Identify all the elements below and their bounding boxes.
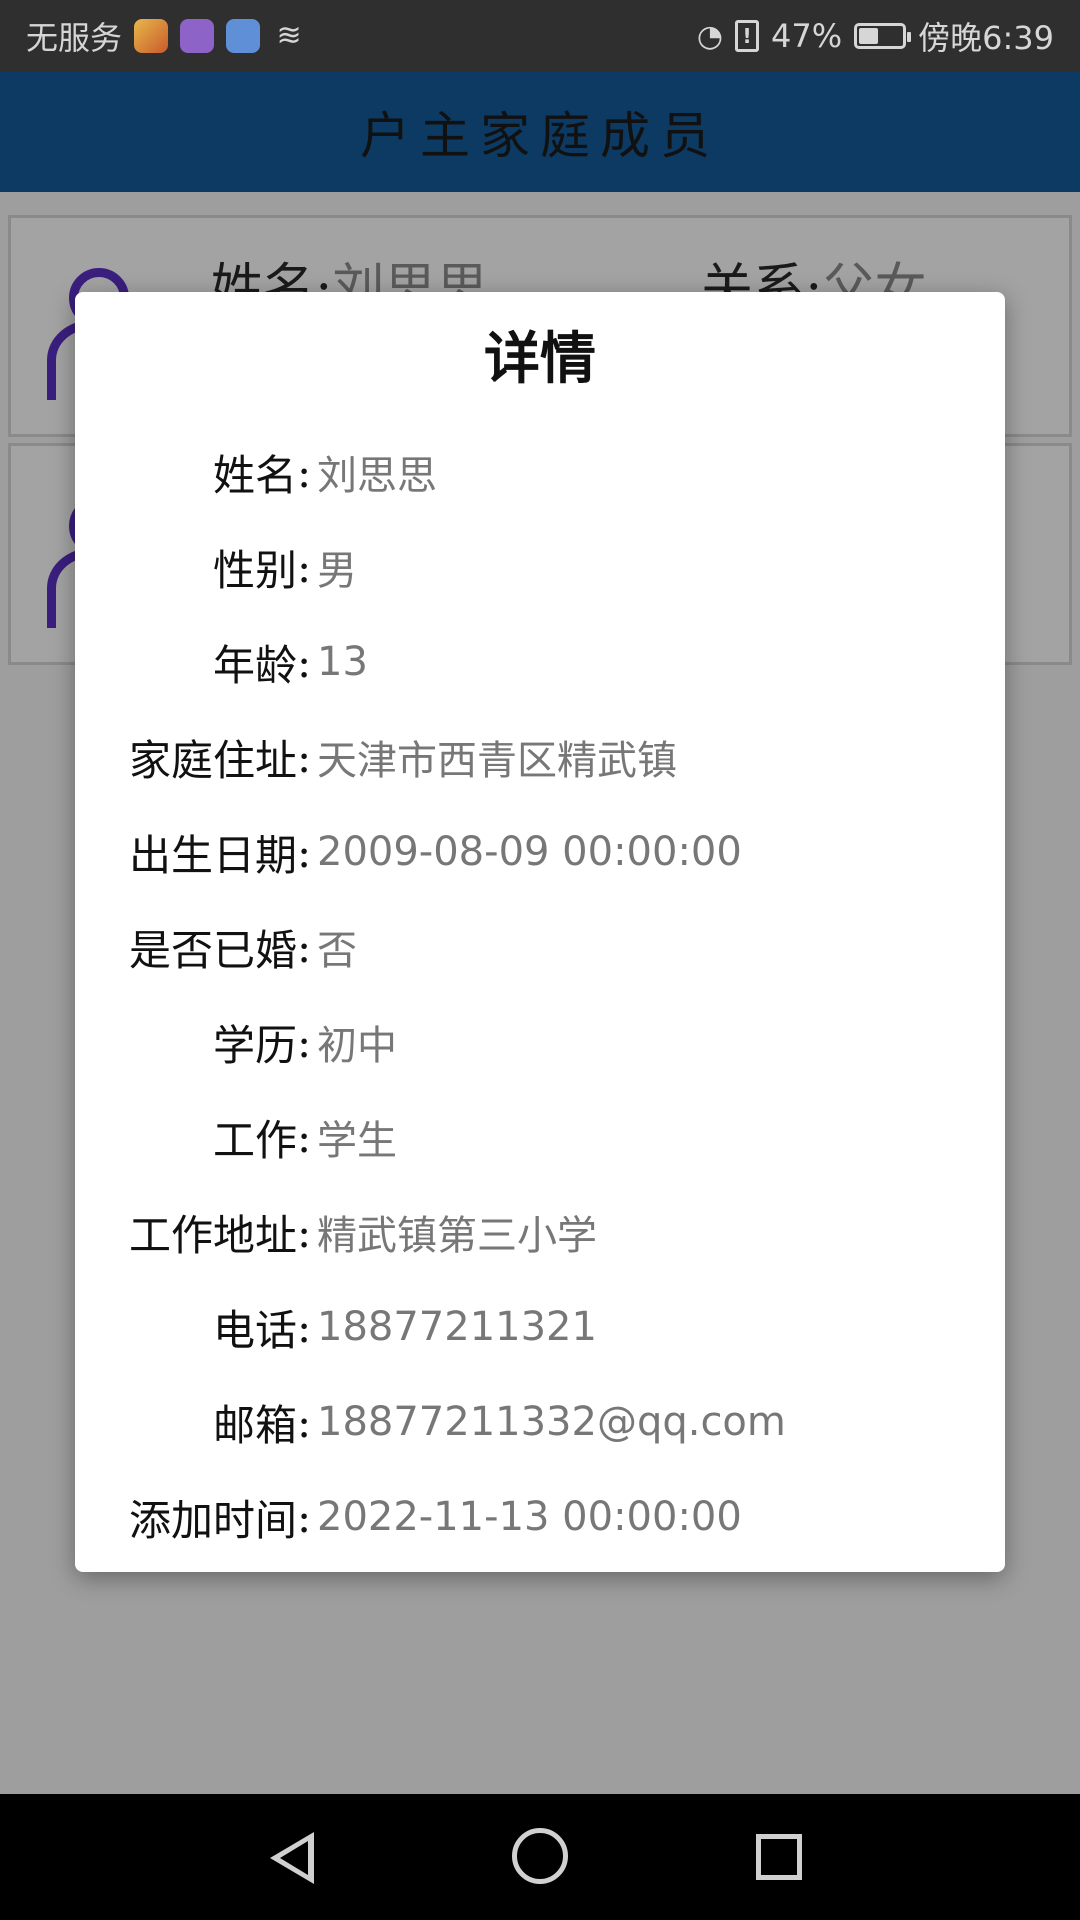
battery-icon: [854, 23, 912, 49]
wifi-icon: ◔: [696, 18, 723, 54]
battery-fill: [859, 28, 879, 44]
detail-row-birthdate: 出生日期: 2009-08-09 00:00:00: [75, 822, 1005, 882]
detail-colon: :: [297, 922, 312, 972]
detail-label: 性别: [212, 545, 297, 595]
detail-row-gender: 性别: 男: [75, 537, 1005, 597]
detail-label: 姓名: [212, 450, 297, 500]
swoosh-icon: ≋: [276, 18, 302, 53]
detail-colon: :: [297, 447, 312, 497]
detail-row-job: 工作: 学生: [75, 1107, 1005, 1167]
detail-label: 学历: [212, 1020, 297, 1070]
page-title: 户主家庭成员: [360, 107, 720, 165]
detail-label: 工作地址: [128, 1210, 297, 1260]
detail-value: 18877211332@qq.com: [317, 1399, 786, 1445]
detail-dialog[interactable]: 详情 姓名: 刘思思 性别: 男 年龄: 13 家庭住址: 天津市西青区精武镇 …: [75, 292, 1005, 1572]
detail-value: 刘思思: [317, 453, 437, 499]
detail-label: 家庭住址: [128, 735, 297, 785]
detail-value: 学生: [317, 1118, 397, 1164]
detail-row-married: 是否已婚: 否: [75, 917, 1005, 977]
detail-value: 天津市西青区精武镇: [317, 738, 677, 784]
detail-value: 2009-08-09 00:00:00: [317, 829, 742, 875]
detail-row-age: 年龄: 13: [75, 632, 1005, 692]
detail-row-phone: 电话: 18877211321: [75, 1297, 1005, 1357]
status-right: ◔ ! 47% 傍晚6:39: [697, 0, 1054, 72]
detail-colon: :: [297, 1207, 312, 1257]
detail-value: 初中: [317, 1023, 397, 1069]
detail-colon: :: [297, 637, 312, 687]
clock-time: 傍晚6:39: [918, 19, 1054, 57]
detail-label: 邮箱: [212, 1400, 297, 1450]
detail-value: 男: [317, 548, 357, 594]
battery-percent: 47%: [771, 17, 843, 55]
detail-label: 年龄: [212, 640, 297, 690]
navigation-bar: [0, 1794, 1080, 1920]
detail-value: 2022-11-13 00:00:00: [317, 1494, 742, 1540]
detail-value: 13: [317, 639, 368, 685]
detail-colon: :: [297, 1492, 312, 1542]
game-icon: [134, 19, 169, 53]
detail-colon: :: [297, 1112, 312, 1162]
detail-row-email: 邮箱: 18877211332@qq.com: [75, 1392, 1005, 1452]
detail-row-work-address: 工作地址: 精武镇第三小学: [75, 1202, 1005, 1262]
detail-value: 18877211321: [317, 1304, 597, 1350]
detail-row-added-time: 添加时间: 2022-11-13 00:00:00: [75, 1487, 1005, 1547]
detail-colon: :: [297, 1397, 312, 1447]
status-bar: 无服务 ≋ ◔ ! 47% 傍晚6:39: [0, 0, 1080, 72]
detail-value: 否: [317, 928, 357, 974]
detail-colon: :: [297, 1017, 312, 1067]
home-icon[interactable]: [512, 1828, 568, 1884]
carrier-text: 无服务: [26, 19, 123, 57]
dialog-title: 详情: [484, 326, 596, 392]
detail-colon: :: [297, 542, 312, 592]
sim-alert-icon: !: [735, 20, 759, 52]
detail-colon: :: [297, 1302, 312, 1352]
detail-row-name: 姓名: 刘思思: [75, 442, 1005, 502]
detail-colon: :: [297, 827, 312, 877]
status-left: 无服务 ≋: [26, 0, 306, 72]
detail-row-address: 家庭住址: 天津市西青区精武镇: [75, 727, 1005, 787]
app-header: 户主家庭成员: [0, 72, 1080, 192]
detail-colon: :: [297, 732, 312, 782]
recent-apps-icon[interactable]: [756, 1834, 802, 1880]
music-icon: [226, 19, 261, 53]
detail-row-education: 学历: 初中: [75, 1012, 1005, 1072]
detail-label: 添加时间: [128, 1495, 297, 1545]
detail-label: 电话: [212, 1305, 297, 1355]
back-icon[interactable]: [270, 1832, 314, 1884]
detail-value: 精武镇第三小学: [317, 1213, 597, 1259]
purple-app-icon: [180, 19, 215, 53]
detail-label: 是否已婚: [128, 925, 297, 975]
detail-label: 工作: [212, 1115, 297, 1165]
detail-label: 出生日期: [128, 830, 297, 880]
